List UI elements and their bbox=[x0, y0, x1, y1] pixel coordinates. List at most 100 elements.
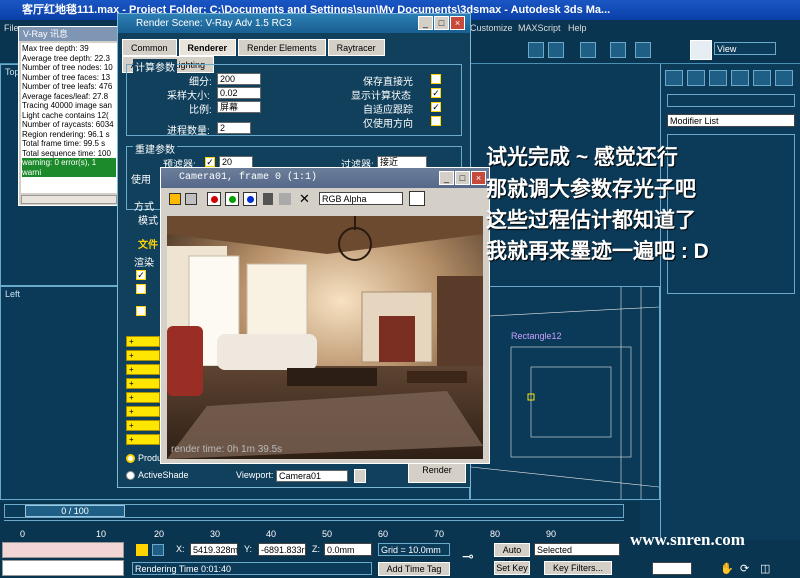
rollout-bar[interactable]: + bbox=[126, 420, 160, 431]
clone-icon[interactable] bbox=[185, 193, 197, 205]
use-dir-checkbox[interactable] bbox=[431, 116, 441, 126]
toolbar-icon-3[interactable] bbox=[580, 42, 596, 58]
render-tabs: CommonRendererRender ElementsRaytracerAd… bbox=[122, 39, 470, 73]
viewport-perspective[interactable]: Rectangle12 bbox=[470, 286, 660, 500]
toolbar-icon-4[interactable] bbox=[610, 42, 626, 58]
vray-log-body: Max tree depth: 39 Average tree depth: 2… bbox=[21, 43, 117, 193]
scale-label: 比例: bbox=[189, 105, 212, 116]
frame-spinner[interactable] bbox=[652, 562, 692, 575]
time-slider-thumb[interactable]: 0 / 100 bbox=[25, 505, 125, 517]
orbit-icon[interactable]: ⟳ bbox=[740, 562, 749, 575]
viewport-dropdown[interactable]: Camera01 bbox=[276, 470, 348, 482]
mono-toggle-icon[interactable] bbox=[279, 193, 291, 205]
add-time-tag-button[interactable]: Add Time Tag bbox=[378, 562, 450, 576]
auto-key-button[interactable]: Auto Key bbox=[494, 543, 530, 567]
green-channel-button[interactable] bbox=[225, 192, 239, 206]
cam-maximize-button[interactable]: □ bbox=[455, 171, 470, 185]
clear-icon[interactable]: ✕ bbox=[299, 191, 310, 207]
toolbar-icon-5[interactable] bbox=[635, 42, 651, 58]
key-icon[interactable]: ⊸ bbox=[462, 548, 474, 565]
menu-maxscript[interactable]: MAXScript bbox=[518, 20, 561, 36]
create-tab-icon[interactable] bbox=[665, 70, 683, 86]
subdivs-spinner[interactable]: 200 bbox=[217, 73, 261, 85]
lock-selection-icon[interactable] bbox=[136, 544, 148, 556]
absolute-mode-icon[interactable] bbox=[152, 544, 164, 556]
maxscript-listener-pink[interactable] bbox=[2, 542, 124, 558]
hierarchy-tab-icon[interactable] bbox=[709, 70, 727, 86]
z-coordinate-field[interactable]: 0.0mm bbox=[324, 543, 372, 556]
rollout-bar[interactable]: + bbox=[126, 378, 160, 389]
save-icon[interactable] bbox=[169, 193, 181, 205]
close-button[interactable]: × bbox=[450, 16, 465, 30]
maxscript-listener-white[interactable] bbox=[2, 560, 124, 576]
swatch-color[interactable] bbox=[409, 191, 425, 206]
time-slider[interactable]: 0 / 100 bbox=[4, 504, 624, 518]
utilities-tab-icon[interactable] bbox=[775, 70, 793, 86]
minimize-button[interactable]: _ bbox=[418, 16, 433, 30]
scale-dropdown[interactable]: 屏幕 bbox=[217, 101, 261, 113]
render-end-checkbox-3[interactable] bbox=[136, 306, 146, 316]
view-dropdown[interactable]: View bbox=[714, 42, 776, 55]
use-dir-label: 仅使用方向 bbox=[363, 119, 413, 130]
motion-tab-icon[interactable] bbox=[731, 70, 749, 86]
log-line: Tracing 40000 image san bbox=[22, 101, 112, 110]
maximize-button[interactable]: □ bbox=[434, 16, 449, 30]
log-scrollbar[interactable] bbox=[21, 195, 117, 204]
tick-label: 60 bbox=[378, 529, 389, 539]
toolbar-icon-1[interactable] bbox=[528, 42, 544, 58]
cam-minimize-button[interactable]: _ bbox=[439, 171, 454, 185]
object-name-field[interactable] bbox=[667, 94, 795, 107]
show-calc-checkbox[interactable]: ✓ bbox=[431, 88, 441, 98]
render-time-text: render time: 0h 1m 39.5s bbox=[171, 444, 283, 455]
prefilter-checkbox[interactable]: ✓ bbox=[205, 157, 215, 167]
activeshade-label: ActiveShade bbox=[138, 470, 189, 480]
tab-renderer[interactable]: Renderer bbox=[178, 39, 237, 56]
cam-close-button[interactable]: × bbox=[471, 171, 486, 185]
rollout-bar[interactable]: + bbox=[126, 364, 160, 375]
channel-dropdown[interactable]: RGB Alpha bbox=[319, 192, 403, 205]
production-radio[interactable] bbox=[126, 454, 135, 463]
blue-channel-button[interactable] bbox=[243, 192, 257, 206]
tick-label: 10 bbox=[96, 529, 107, 539]
lock-viewport-button[interactable] bbox=[354, 469, 366, 483]
render-end-checkbox-1[interactable]: ✓ bbox=[136, 270, 146, 280]
x-coordinate-field[interactable]: 5419.328m bbox=[190, 543, 238, 556]
key-set-dropdown[interactable]: Selected bbox=[534, 543, 620, 556]
maximize-viewport-icon[interactable]: ◫ bbox=[760, 562, 770, 575]
key-filters-button[interactable]: Key Filters... bbox=[544, 561, 612, 575]
rollout-bar[interactable]: + bbox=[126, 336, 160, 347]
rollout-bar[interactable]: + bbox=[126, 406, 160, 417]
toolbar-icon-2[interactable] bbox=[548, 42, 564, 58]
modifier-list-dropdown[interactable]: Modifier List bbox=[667, 114, 795, 127]
alpha-toggle-icon[interactable] bbox=[263, 193, 273, 205]
tick-label: 40 bbox=[266, 529, 277, 539]
mode-sub-label: 模式 bbox=[138, 216, 158, 227]
render-end-label: 渲染 bbox=[134, 258, 154, 269]
menu-customize[interactable]: Customize bbox=[470, 20, 513, 36]
passes-spinner[interactable]: 2 bbox=[217, 122, 251, 134]
pan-icon[interactable]: ✋ bbox=[720, 562, 734, 575]
teapot-render-icon[interactable] bbox=[690, 40, 712, 60]
render-end-checkbox-2[interactable] bbox=[136, 284, 146, 294]
red-channel-button[interactable] bbox=[207, 192, 221, 206]
sample-size-spinner[interactable]: 0.02 bbox=[217, 87, 261, 99]
modify-tab-icon[interactable] bbox=[687, 70, 705, 86]
y-coordinate-field[interactable]: -6891.833r bbox=[258, 543, 306, 556]
rollout-bar[interactable]: + bbox=[126, 434, 160, 445]
tab-common[interactable]: Common bbox=[122, 39, 177, 56]
set-key-button[interactable]: Set Key bbox=[494, 561, 530, 575]
tab-render-elements[interactable]: Render Elements bbox=[238, 39, 326, 56]
menu-file[interactable]: File bbox=[4, 23, 19, 33]
camera-frame-window: Camera01, frame 0 (1:1) _ □ × ✕ RGB Alph… bbox=[160, 167, 490, 464]
file-label: 文件 bbox=[138, 240, 158, 251]
store-direct-checkbox[interactable] bbox=[431, 74, 441, 84]
rollout-bar[interactable]: + bbox=[126, 350, 160, 361]
display-tab-icon[interactable] bbox=[753, 70, 771, 86]
rollout-bar[interactable]: + bbox=[126, 392, 160, 403]
scene-object-label: Rectangle12 bbox=[511, 331, 562, 341]
menu-help[interactable]: Help bbox=[568, 20, 587, 36]
adaptive-checkbox[interactable]: ✓ bbox=[431, 102, 441, 112]
rendering-time-field: Rendering Time 0:01:40 bbox=[132, 562, 372, 575]
tab-raytracer[interactable]: Raytracer bbox=[327, 39, 385, 56]
activeshade-radio[interactable] bbox=[126, 471, 135, 480]
